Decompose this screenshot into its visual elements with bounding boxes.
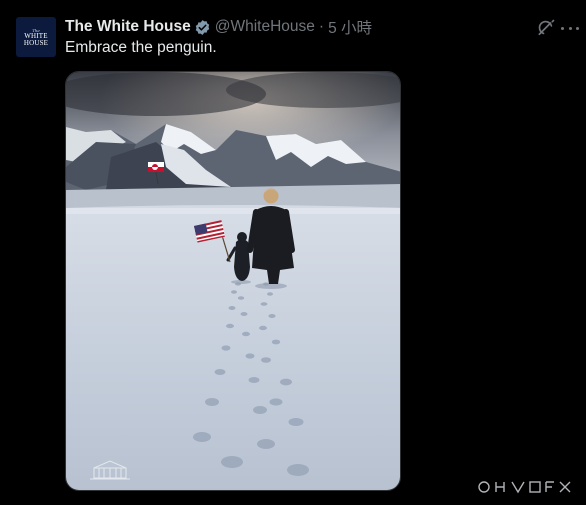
tweet-header: The White House @WhiteHouse · 5 小時 <box>65 16 372 38</box>
penguin-snowfield-illustration <box>66 72 400 490</box>
display-name[interactable]: The White House <box>65 18 191 36</box>
tweet[interactable]: The WHITE HOUSE The White House @WhiteHo… <box>0 0 586 505</box>
site-watermark-icon <box>478 481 571 494</box>
grok-icon[interactable] <box>536 18 556 38</box>
tweet-text: Embrace the penguin. <box>65 39 217 56</box>
tweet-image[interactable] <box>65 71 401 491</box>
avatar[interactable]: The WHITE HOUSE <box>16 17 56 57</box>
timestamp[interactable]: 5 小時 <box>328 16 372 38</box>
more-options-icon[interactable] <box>561 18 579 38</box>
more-dot-icon <box>568 26 572 30</box>
more-dot-icon <box>576 26 579 30</box>
separator-dot: · <box>318 18 325 35</box>
more-dot-icon <box>561 26 564 30</box>
verified-badge-icon[interactable] <box>194 19 211 36</box>
handle[interactable]: @WhiteHouse <box>215 18 315 36</box>
avatar-text-big-2: HOUSE <box>23 38 49 47</box>
